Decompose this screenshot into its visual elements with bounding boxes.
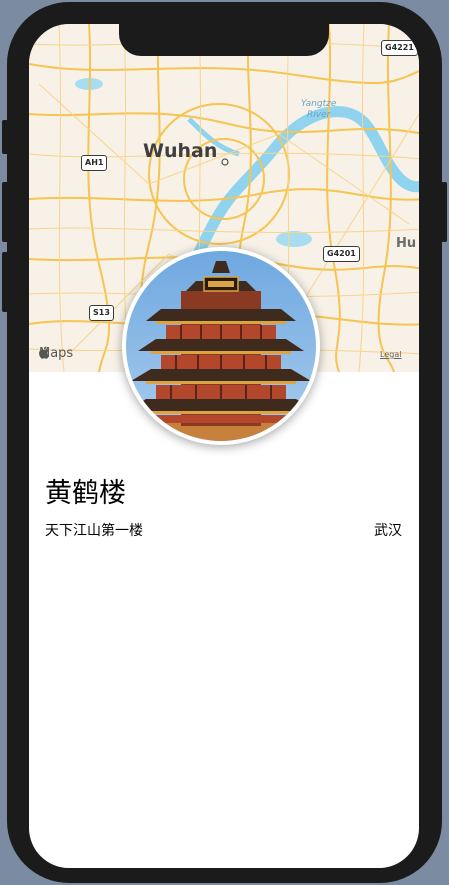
map-edge-label: Hu bbox=[396, 236, 417, 251]
volume-up-button bbox=[2, 182, 8, 242]
yellow-crane-tower-photo bbox=[126, 251, 316, 441]
volume-down-button bbox=[2, 252, 8, 312]
notch bbox=[119, 24, 329, 56]
highway-shield-s13: S13 bbox=[89, 305, 114, 321]
river-label-line2: River bbox=[307, 110, 331, 120]
highway-shield-g4221: G4221 bbox=[381, 40, 418, 56]
apple-icon bbox=[39, 346, 49, 359]
app-screen: Wuhan Yangtze River Hu G4221 AH1 G4201 S… bbox=[29, 24, 419, 868]
map-river-label: Yangtze River bbox=[301, 99, 336, 121]
landmark-name: 黄鹤楼 bbox=[45, 478, 126, 509]
landmark-city: 武汉 bbox=[374, 523, 402, 539]
power-button bbox=[441, 182, 447, 242]
highway-shield-g4201: G4201 bbox=[323, 246, 360, 262]
landmark-photo bbox=[122, 247, 320, 445]
highway-shield-ah1: AH1 bbox=[81, 155, 108, 171]
landmark-tagline: 天下江山第一楼 bbox=[45, 523, 143, 539]
legal-link[interactable]: Legal bbox=[380, 350, 401, 359]
mute-switch bbox=[2, 120, 8, 154]
river-label-line1: Yangtze bbox=[301, 99, 337, 109]
map-city-label: Wuhan bbox=[143, 140, 218, 162]
apple-maps-logo: Maps bbox=[39, 346, 73, 361]
